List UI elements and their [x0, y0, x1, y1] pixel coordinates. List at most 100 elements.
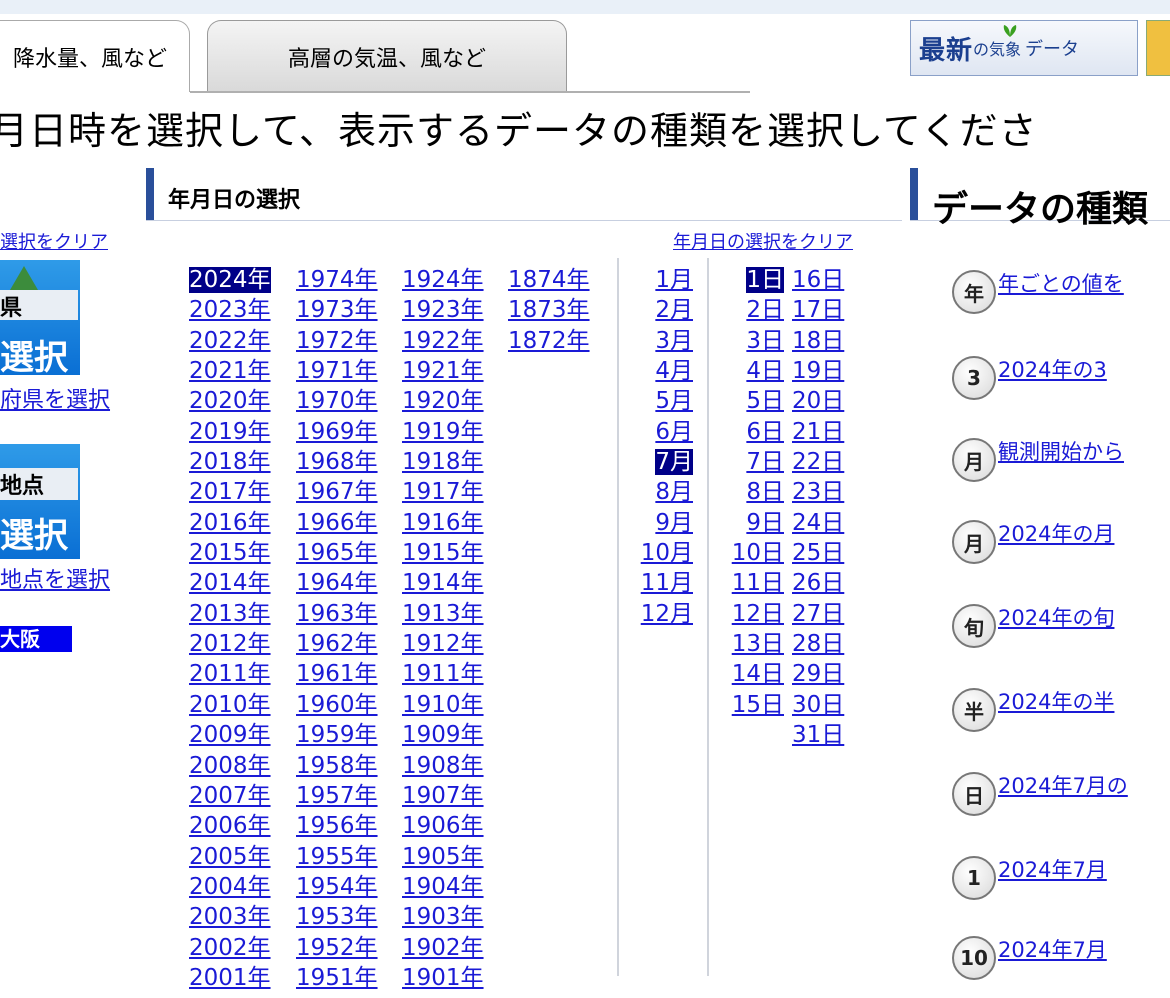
day-link[interactable]: 13日 [732, 631, 784, 657]
year-link[interactable]: 2014年 [189, 570, 271, 596]
year-link[interactable]: 1920年 [402, 388, 484, 414]
year-link[interactable]: 1972年 [296, 328, 378, 354]
data-type-link[interactable]: 2024年の半 [998, 686, 1114, 716]
day-link[interactable]: 15日 [732, 692, 784, 718]
year-link[interactable]: 1902年 [402, 935, 484, 961]
year-link[interactable]: 1924年 [402, 267, 484, 293]
year-link[interactable]: 1911年 [402, 661, 484, 687]
year-link[interactable]: 1958年 [296, 753, 378, 779]
year-link[interactable]: 1962年 [296, 631, 378, 657]
year-link[interactable]: 1952年 [296, 935, 378, 961]
year-link[interactable]: 1922年 [402, 328, 484, 354]
year-link[interactable]: 1914年 [402, 570, 484, 596]
month-link[interactable]: 2月 [655, 297, 693, 323]
day-link[interactable]: 6日 [746, 419, 784, 445]
year-link[interactable]: 1874年 [508, 267, 590, 293]
year-link[interactable]: 2012年 [189, 631, 271, 657]
year-link[interactable]: 2018年 [189, 449, 271, 475]
year-link[interactable]: 1921年 [402, 358, 484, 384]
data-type-link[interactable]: 観測開始から [998, 436, 1124, 466]
latest-weather-data-banner[interactable]: 最新 の 気象 データ [910, 20, 1138, 76]
day-link[interactable]: 3日 [746, 328, 784, 354]
clear-date-link[interactable]: 年月日の選択をクリア [673, 228, 853, 254]
year-link[interactable]: 1966年 [296, 510, 378, 536]
year-link[interactable]: 2022年 [189, 328, 271, 354]
data-type-link[interactable]: 2024年の旬 [998, 602, 1114, 632]
data-type-link[interactable]: 2024年7月 [998, 854, 1107, 884]
year-link[interactable]: 1913年 [402, 601, 484, 627]
day-link[interactable]: 20日 [792, 388, 844, 414]
day-link[interactable]: 27日 [792, 601, 844, 627]
year-link[interactable]: 2015年 [189, 540, 271, 566]
data-type-link[interactable]: 年ごとの値を [998, 268, 1124, 298]
year-link[interactable]: 1915年 [402, 540, 484, 566]
year-link[interactable]: 2003年 [189, 904, 271, 930]
day-link[interactable]: 25日 [792, 540, 844, 566]
year-link[interactable]: 2011年 [189, 661, 271, 687]
data-type-link[interactable]: 2024年7月の [998, 770, 1128, 800]
ten-minute-icon[interactable]: 10 [952, 936, 996, 980]
day-link[interactable]: 19日 [792, 358, 844, 384]
year-link[interactable]: 2002年 [189, 935, 271, 961]
day-link[interactable]: 2日 [746, 297, 784, 323]
year-link[interactable]: 1909年 [402, 722, 484, 748]
year-link[interactable]: 2004年 [189, 874, 271, 900]
year-link[interactable]: 2021年 [189, 358, 271, 384]
year-link[interactable]: 1965年 [296, 540, 378, 566]
day-link[interactable]: 24日 [792, 510, 844, 536]
year-link[interactable]: 2016年 [189, 510, 271, 536]
month-icon[interactable]: 月 [952, 438, 996, 482]
year-link[interactable]: 2001年 [189, 965, 271, 991]
year-link[interactable]: 1916年 [402, 510, 484, 536]
year-link[interactable]: 1905年 [402, 844, 484, 870]
year-link[interactable]: 1971年 [296, 358, 378, 384]
day-link[interactable]: 22日 [792, 449, 844, 475]
year-link[interactable]: 1872年 [508, 328, 590, 354]
year-link[interactable]: 1923年 [402, 297, 484, 323]
year-link[interactable]: 1967年 [296, 479, 378, 505]
year-link[interactable]: 1954年 [296, 874, 378, 900]
year-link[interactable]: 1957年 [296, 783, 378, 809]
year-link[interactable]: 1907年 [402, 783, 484, 809]
latest-weather-data-button[interactable]: 最新 の 気象 データ [910, 20, 1140, 78]
year-link[interactable]: 1918年 [402, 449, 484, 475]
year-link[interactable]: 1912年 [402, 631, 484, 657]
day-link[interactable]: 30日 [792, 692, 844, 718]
data-type-link[interactable]: 2024年の月 [998, 518, 1114, 548]
year-link[interactable]: 1970年 [296, 388, 378, 414]
year-link[interactable]: 1906年 [402, 813, 484, 839]
clear-selection-link[interactable]: 選択をクリア [0, 228, 108, 254]
prefecture-select-button[interactable]: 県 選択 [0, 260, 80, 378]
day-link[interactable]: 8日 [746, 479, 784, 505]
day-link[interactable]: 31日 [792, 722, 844, 748]
prefecture-select-link[interactable]: 府県を選択 [0, 382, 110, 414]
day-link[interactable]: 12日 [732, 601, 784, 627]
month-link[interactable]: 10月 [641, 540, 693, 566]
year-link[interactable]: 2013年 [189, 601, 271, 627]
year-link[interactable]: 1917年 [402, 479, 484, 505]
year-link[interactable]: 1960年 [296, 692, 378, 718]
month-link[interactable]: 9月 [655, 510, 693, 536]
year-link[interactable]: 1873年 [508, 297, 590, 323]
year-link[interactable]: 2024年 [189, 267, 271, 293]
year-link[interactable]: 2020年 [189, 388, 271, 414]
day-link[interactable]: 1日 [746, 267, 784, 293]
day-link[interactable]: 21日 [792, 419, 844, 445]
month-link[interactable]: 3月 [655, 328, 693, 354]
day-link[interactable]: 28日 [792, 631, 844, 657]
day-link[interactable]: 17日 [792, 297, 844, 323]
year-link[interactable]: 1956年 [296, 813, 378, 839]
month-link[interactable]: 8月 [655, 479, 693, 505]
year-link[interactable]: 1969年 [296, 419, 378, 445]
year-icon[interactable]: 年 [952, 270, 996, 314]
half-month-icon[interactable]: 半 [952, 688, 996, 732]
three-month-icon[interactable]: 3 [952, 356, 996, 400]
hourly-icon[interactable]: 1 [952, 856, 996, 900]
month-link[interactable]: 11月 [641, 570, 693, 596]
year-link[interactable]: 1974年 [296, 267, 378, 293]
day-link[interactable]: 18日 [792, 328, 844, 354]
point-select-button[interactable]: 地点 選択 [0, 444, 80, 559]
year-link[interactable]: 1919年 [402, 419, 484, 445]
year-link[interactable]: 1961年 [296, 661, 378, 687]
day-link[interactable]: 11日 [732, 570, 784, 596]
